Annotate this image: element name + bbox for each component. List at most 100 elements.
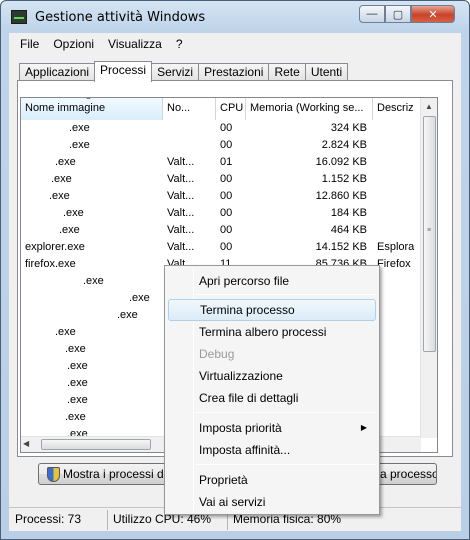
process-name-cell: .exe	[129, 292, 150, 304]
process-user-cell: Valt...	[167, 241, 195, 253]
end-process-label: a processo	[380, 467, 437, 481]
tab-performance[interactable]: Prestazioni	[198, 63, 270, 81]
menu-view[interactable]: Visualizza	[101, 37, 169, 51]
column-image-name-label: Nome immagine	[25, 102, 106, 114]
process-context-menu: Apri percorso file Termina processo Term…	[164, 265, 380, 515]
process-row[interactable]: .exe Valt... 01 16.092 KB	[21, 154, 417, 171]
tab-applications[interactable]: Applicazioni	[19, 63, 96, 81]
process-row[interactable]: .exe Valt... 00 184 KB	[21, 205, 417, 222]
process-description-cell	[373, 188, 417, 205]
show-all-processes-label: Mostra i processi di tu	[63, 467, 167, 481]
process-row[interactable]: .exe 00 2.824 KB	[21, 137, 417, 154]
process-name-cell: .exe	[55, 326, 76, 338]
menu-set-priority[interactable]: Imposta priorità ▶	[168, 417, 376, 439]
maximize-button[interactable]: ▢	[385, 5, 411, 23]
process-name-cell: .exe	[67, 394, 88, 406]
column-description[interactable]: Descriz	[373, 98, 421, 120]
process-memory-cell: 16.092 KB	[315, 156, 367, 168]
menu-file[interactable]: File	[13, 37, 46, 51]
scroll-left-icon[interactable]: ◀	[23, 439, 29, 448]
column-memory[interactable]: Memoria (Working se...	[246, 98, 373, 120]
menu-open-file-location[interactable]: Apri percorso file	[168, 270, 376, 292]
submenu-arrow-icon: ▶	[360, 423, 367, 432]
vertical-scrollbar[interactable]: ▲ ≡	[420, 98, 437, 438]
horizontal-scroll-thumb[interactable]	[41, 439, 151, 450]
process-name-cell: .exe	[67, 377, 88, 389]
process-description-cell: Esplora	[377, 241, 415, 253]
process-row[interactable]: explorer.exe Valt... 00 14.152 KB Esplora	[21, 239, 417, 256]
process-row[interactable]: .exe 00 324 KB	[21, 120, 417, 137]
tab-network[interactable]: Rete	[268, 63, 306, 81]
process-cpu-cell: 01	[220, 156, 233, 168]
process-name-cell: .exe	[55, 156, 76, 168]
menu-go-to-services[interactable]: Vai ai servizi	[168, 491, 376, 513]
end-process-button[interactable]: a processo	[377, 463, 437, 485]
menu-separator	[196, 294, 376, 295]
process-description-cell	[373, 154, 417, 171]
tab-users[interactable]: Utenti	[304, 63, 349, 81]
status-processes: Processi: 73	[15, 512, 82, 526]
tab-processes[interactable]: Processi	[94, 61, 153, 82]
list-header: ▲ Nome immagine No... CPU Memoria (Worki…	[21, 98, 421, 120]
menu-separator	[196, 464, 376, 465]
grip-icon: ≡	[427, 227, 432, 234]
process-memory-cell: 2.824 KB	[321, 139, 367, 151]
process-description-cell	[373, 137, 417, 154]
process-cpu-cell: 00	[220, 139, 233, 151]
menu-separator	[196, 412, 376, 413]
process-cpu-cell: 00	[220, 122, 233, 134]
process-name-cell: firefox.exe	[25, 258, 76, 270]
menu-set-affinity[interactable]: Imposta affinità...	[168, 439, 376, 461]
menu-help[interactable]: ?	[169, 37, 190, 51]
process-memory-cell: 14.152 KB	[315, 241, 367, 253]
process-name-cell: .exe	[69, 122, 90, 134]
process-memory-cell: 12.860 KB	[315, 190, 367, 202]
close-icon: ✕	[428, 8, 438, 21]
process-row[interactable]: .exe Valt... 00 12.860 KB	[21, 188, 417, 205]
process-cpu-cell: 00	[220, 190, 233, 202]
minimize-button[interactable]: —	[359, 5, 385, 23]
process-name-cell: .exe	[67, 360, 88, 372]
close-button[interactable]: ✕	[411, 5, 455, 23]
window-title: Gestione attività Windows	[35, 10, 206, 25]
column-cpu[interactable]: CPU	[216, 98, 246, 120]
menu-debug: Debug	[199, 347, 235, 361]
process-memory-cell: 324 KB	[330, 122, 367, 134]
tab-services[interactable]: Servizi	[151, 63, 200, 81]
process-name-cell: .exe	[83, 275, 104, 287]
show-all-processes-button[interactable]: Mostra i processi di tu	[38, 463, 168, 485]
tab-strip: Applicazioni Processi Servizi Prestazion…	[19, 61, 349, 82]
menu-create-dump-file[interactable]: Crea file di dettagli	[168, 387, 376, 409]
title-bar[interactable]: Gestione attività Windows — ▢ ✕	[1, 1, 469, 33]
process-name-cell: .exe	[49, 190, 70, 202]
menu-end-process[interactable]: Termina processo	[168, 299, 376, 321]
menu-options[interactable]: Opzioni	[46, 37, 101, 51]
process-name-cell: .exe	[51, 173, 72, 185]
process-user-cell: Valt...	[167, 190, 195, 202]
process-row[interactable]: .exe Valt... 00 464 KB	[21, 222, 417, 239]
menu-virtualization[interactable]: Virtualizzazione	[168, 365, 376, 387]
process-cpu-cell: 00	[220, 207, 233, 219]
process-user-cell	[163, 137, 216, 154]
process-description-cell	[373, 205, 417, 222]
process-memory-cell: 464 KB	[330, 224, 367, 236]
scroll-thumb[interactable]: ≡	[423, 116, 436, 352]
menu-properties[interactable]: Proprietà	[168, 469, 376, 491]
process-user-cell: Valt...	[167, 156, 195, 168]
column-image-name[interactable]: ▲ Nome immagine	[21, 98, 163, 120]
minimize-icon: —	[366, 8, 378, 20]
caption-buttons: — ▢ ✕	[359, 5, 455, 23]
column-user[interactable]: No...	[163, 98, 216, 120]
status-separator	[107, 510, 108, 530]
process-memory-cell: 184 KB	[330, 207, 367, 219]
menu-end-process-tree[interactable]: Termina albero processi	[168, 321, 376, 343]
process-user-cell: Valt...	[167, 207, 195, 219]
process-user-cell	[163, 120, 216, 137]
process-name-cell: .exe	[117, 309, 138, 321]
process-name-cell: .exe	[69, 139, 90, 151]
process-name-cell: .exe	[63, 207, 84, 219]
scroll-up-icon[interactable]: ▲	[421, 98, 437, 115]
sort-ascending-icon: ▲	[85, 98, 92, 101]
process-row[interactable]: .exe Valt... 00 1.152 KB	[21, 171, 417, 188]
process-name-cell: .exe	[59, 224, 80, 236]
